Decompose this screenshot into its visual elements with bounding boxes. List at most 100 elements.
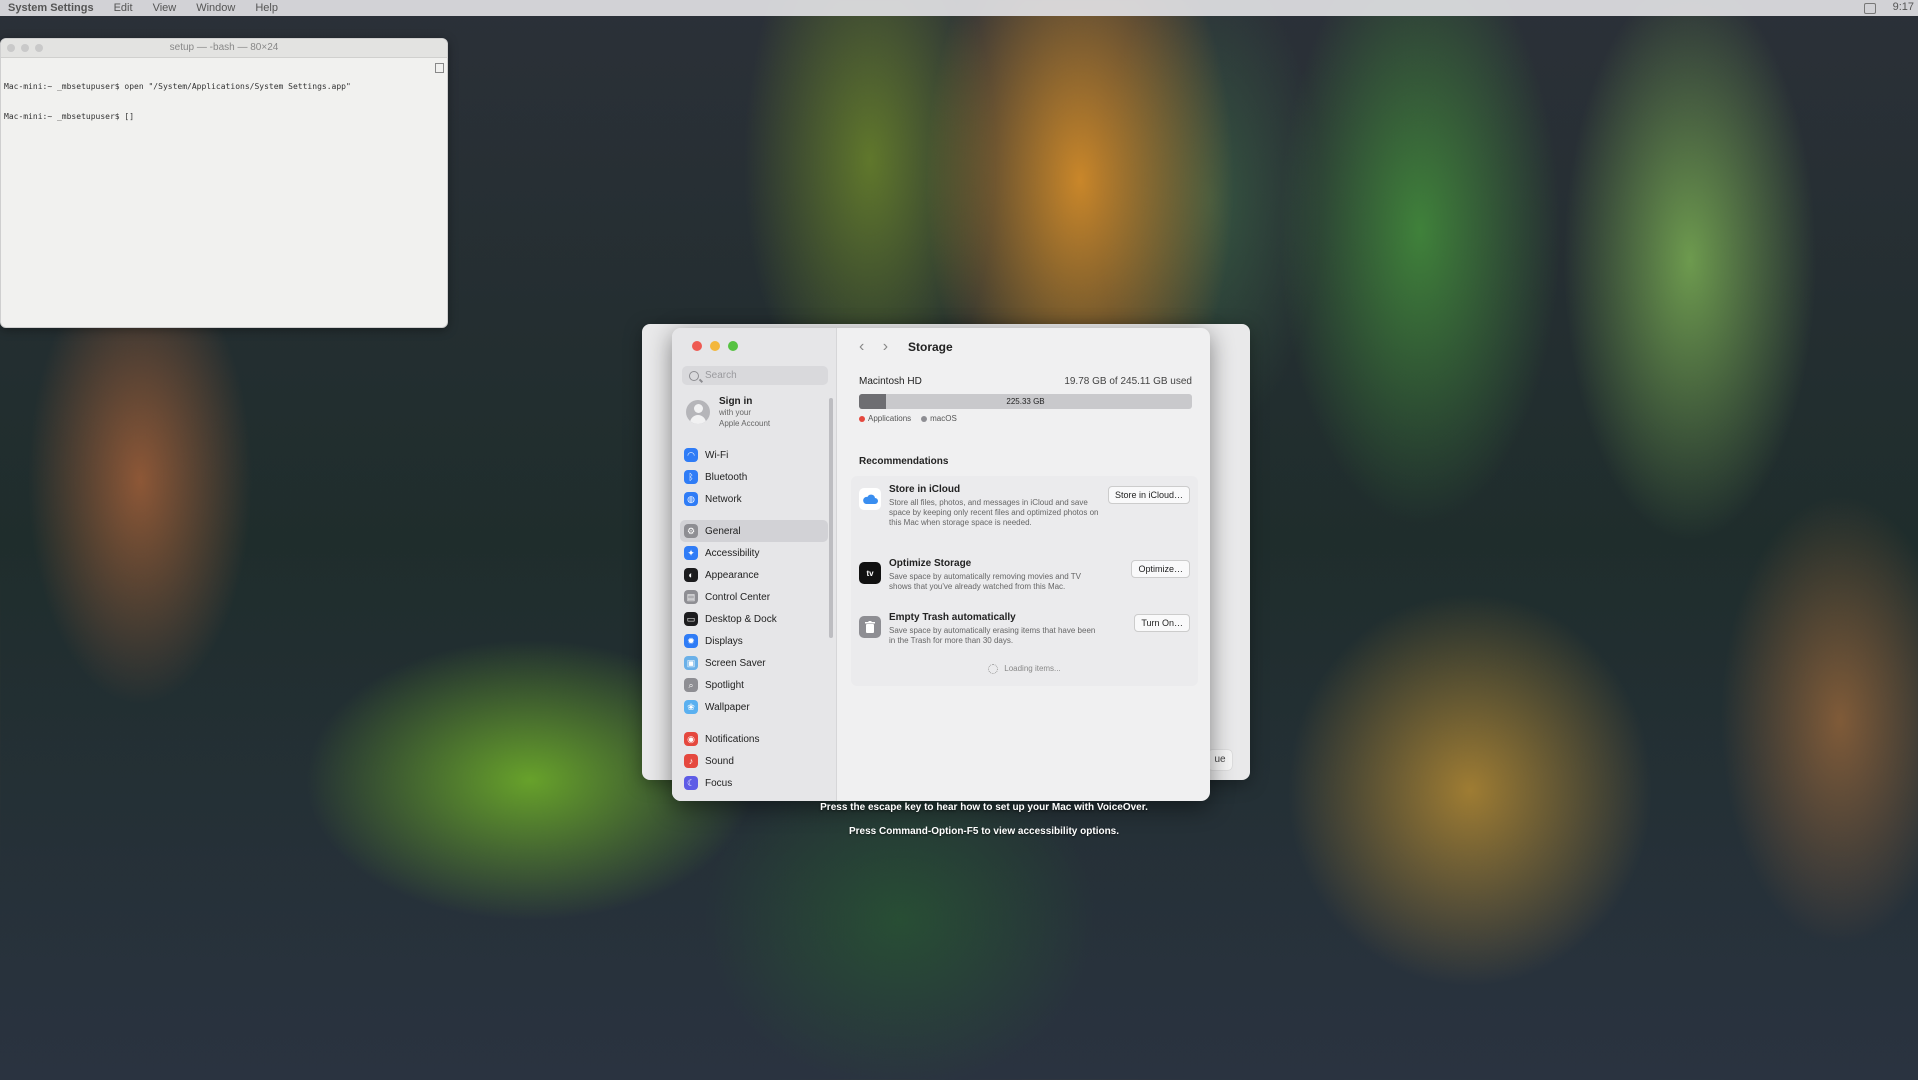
battery-icon[interactable] xyxy=(1864,3,1876,14)
recommendation-icloud: Store in iCloud Store all files, photos,… xyxy=(859,484,1194,534)
legend-label: macOS xyxy=(930,414,957,423)
close-dot-icon[interactable] xyxy=(7,44,15,52)
menu-help[interactable]: Help xyxy=(255,2,278,14)
store-in-icloud-button[interactable]: Store in iCloud… xyxy=(1107,486,1190,504)
sidebar-item-label: Focus xyxy=(705,777,733,789)
sidebar-item-screen-saver[interactable]: ▣ Screen Saver xyxy=(680,652,828,674)
optimize-button[interactable]: Optimize… xyxy=(1131,560,1190,578)
sidebar-item-label: Bluetooth xyxy=(705,471,748,483)
gear-icon: ⚙ xyxy=(684,524,698,538)
zoom-button-icon[interactable] xyxy=(728,341,738,351)
sidebar-item-label: Displays xyxy=(705,635,743,647)
page-title: Storage xyxy=(908,340,953,354)
storage-bar-label: 225.33 GB xyxy=(1006,397,1045,406)
sign-in-subtitle: Apple Account xyxy=(719,419,771,428)
terminal-body[interactable]: Mac-mini:~ _mbsetupuser$ open "/System/A… xyxy=(1,58,447,146)
disk-used-text: 19.78 GB of 245.11 GB used xyxy=(1064,376,1192,387)
spinner-icon xyxy=(988,664,999,674)
menu-view[interactable]: View xyxy=(153,2,177,14)
sidebar-item-label: Wi-Fi xyxy=(705,449,729,461)
sidebar-item-spotlight[interactable]: ⌕ Spotlight xyxy=(680,674,828,696)
terminal-scroll-indicator[interactable] xyxy=(435,63,444,73)
disk-name: Macintosh HD xyxy=(859,376,922,387)
sidebar-item-network[interactable]: ◍ Network xyxy=(680,488,828,510)
sidebar-item-control-center[interactable]: ▤ Control Center xyxy=(680,586,828,608)
recommendation-description: Save space by automatically erasing item… xyxy=(889,626,1096,645)
menu-edit[interactable]: Edit xyxy=(114,2,133,14)
displays-icon: ✹ xyxy=(684,634,698,648)
sidebar-item-sound[interactable]: ♪ Sound xyxy=(680,750,828,772)
terminal-window-controls xyxy=(7,44,43,52)
sign-in-title: Sign in xyxy=(719,396,753,407)
recommendations-heading: Recommendations xyxy=(859,456,949,467)
sidebar-item-focus[interactable]: ☾ Focus xyxy=(680,772,828,794)
recommendation-title: Empty Trash automatically xyxy=(889,612,1016,623)
recommendation-title: Optimize Storage xyxy=(889,558,972,569)
sidebar-item-label: Control Center xyxy=(705,591,771,603)
continue-button[interactable]: ue xyxy=(1208,750,1232,770)
zoom-dot-icon[interactable] xyxy=(35,44,43,52)
menu-clock[interactable]: 9:17 xyxy=(1893,1,1914,13)
close-button-icon[interactable] xyxy=(692,341,702,351)
recommendation-trash: Empty Trash automatically Save space by … xyxy=(859,612,1194,652)
sidebar-item-bluetooth[interactable]: ᛒ Bluetooth xyxy=(680,466,828,488)
accessibility-icon: ✦ xyxy=(684,546,698,560)
terminal-title: setup — -bash — 80×24 xyxy=(169,42,279,53)
recommendations-box: Store in iCloud Store all files, photos,… xyxy=(851,476,1198,686)
sidebar-list: ◠ Wi-Fi ᛒ Bluetooth ◍ Network ⚙ General ✦ Accessi… xyxy=(680,444,828,794)
sidebar: Search Sign in with your Apple Account ◠… xyxy=(672,328,837,801)
minimize-button-icon[interactable] xyxy=(710,341,720,351)
sidebar-item-desktop-dock[interactable]: ▭ Desktop & Dock xyxy=(680,608,828,630)
storage-bar[interactable]: 225.33 GB xyxy=(859,394,1192,409)
dock-icon: ▭ xyxy=(684,612,698,626)
minimize-dot-icon[interactable] xyxy=(21,44,29,52)
wifi-icon: ◠ xyxy=(684,448,698,462)
sidebar-item-label: General xyxy=(705,525,741,537)
back-arrow-icon[interactable]: ‹ xyxy=(859,338,864,355)
sidebar-item-label: Screen Saver xyxy=(705,657,766,669)
legend-item: macOS xyxy=(921,414,957,423)
search-input[interactable]: Search xyxy=(682,366,828,385)
menu-window[interactable]: Window xyxy=(196,2,235,14)
sidebar-item-label: Spotlight xyxy=(705,679,744,691)
sidebar-item-wallpaper[interactable]: ❀ Wallpaper xyxy=(680,696,828,718)
legend-dot-icon xyxy=(859,415,865,422)
terminal-window[interactable]: setup — -bash — 80×24 Mac-mini:~ _mbsetu… xyxy=(0,38,448,328)
turn-on-button[interactable]: Turn On… xyxy=(1134,614,1190,632)
apple-tv-icon: tv xyxy=(859,562,881,584)
terminal-titlebar[interactable]: setup — -bash — 80×24 xyxy=(1,39,447,58)
legend-item: Applications xyxy=(859,414,911,423)
legend-label: Applications xyxy=(868,414,912,423)
sidebar-item-accessibility[interactable]: ✦ Accessibility xyxy=(680,542,828,564)
search-icon xyxy=(689,370,699,381)
sidebar-item-label: Sound xyxy=(705,755,734,767)
sidebar-item-notifications[interactable]: ◉ Notifications xyxy=(680,728,828,750)
sidebar-item-wi-fi[interactable]: ◠ Wi-Fi xyxy=(680,444,828,466)
sidebar-scrollbar[interactable] xyxy=(829,398,833,638)
recommendation-description: Save space by automatically removing mov… xyxy=(889,572,1081,591)
menu-app-name[interactable]: System Settings xyxy=(8,2,94,14)
sign-in-subtitle: with your xyxy=(719,408,752,417)
sidebar-item-label: Network xyxy=(705,493,742,505)
spotlight-icon: ⌕ xyxy=(684,678,698,692)
sidebar-item-label: Desktop & Dock xyxy=(705,613,777,625)
recommendation-description: Store all files, photos, and messages in… xyxy=(889,498,1099,527)
appearance-icon: ◐ xyxy=(684,568,698,582)
loading-indicator: Loading items... xyxy=(851,664,1198,674)
loading-text: Loading items... xyxy=(1004,664,1061,674)
legend-dot-icon xyxy=(921,415,928,422)
icloud-icon xyxy=(859,488,881,510)
sign-in-item[interactable]: Sign in with your Apple Account xyxy=(686,396,770,429)
recommendation-optimize: tv Optimize Storage Save space by automa… xyxy=(859,558,1194,598)
window-controls xyxy=(692,341,738,351)
bluetooth-icon: ᛒ xyxy=(684,470,698,484)
globe-icon: ◍ xyxy=(684,492,698,506)
sidebar-item-label: Wallpaper xyxy=(705,701,750,713)
recommendation-title: Store in iCloud xyxy=(889,484,961,495)
terminal-line: Mac-mini:~ _mbsetupuser$ open "/System/A… xyxy=(4,82,351,91)
sidebar-item-displays[interactable]: ✹ Displays xyxy=(680,630,828,652)
sidebar-item-appearance[interactable]: ◐ Appearance xyxy=(680,564,828,586)
search-placeholder: Search xyxy=(705,370,737,381)
sidebar-item-general[interactable]: ⚙ General xyxy=(680,520,828,542)
forward-arrow-icon[interactable]: › xyxy=(883,338,888,355)
